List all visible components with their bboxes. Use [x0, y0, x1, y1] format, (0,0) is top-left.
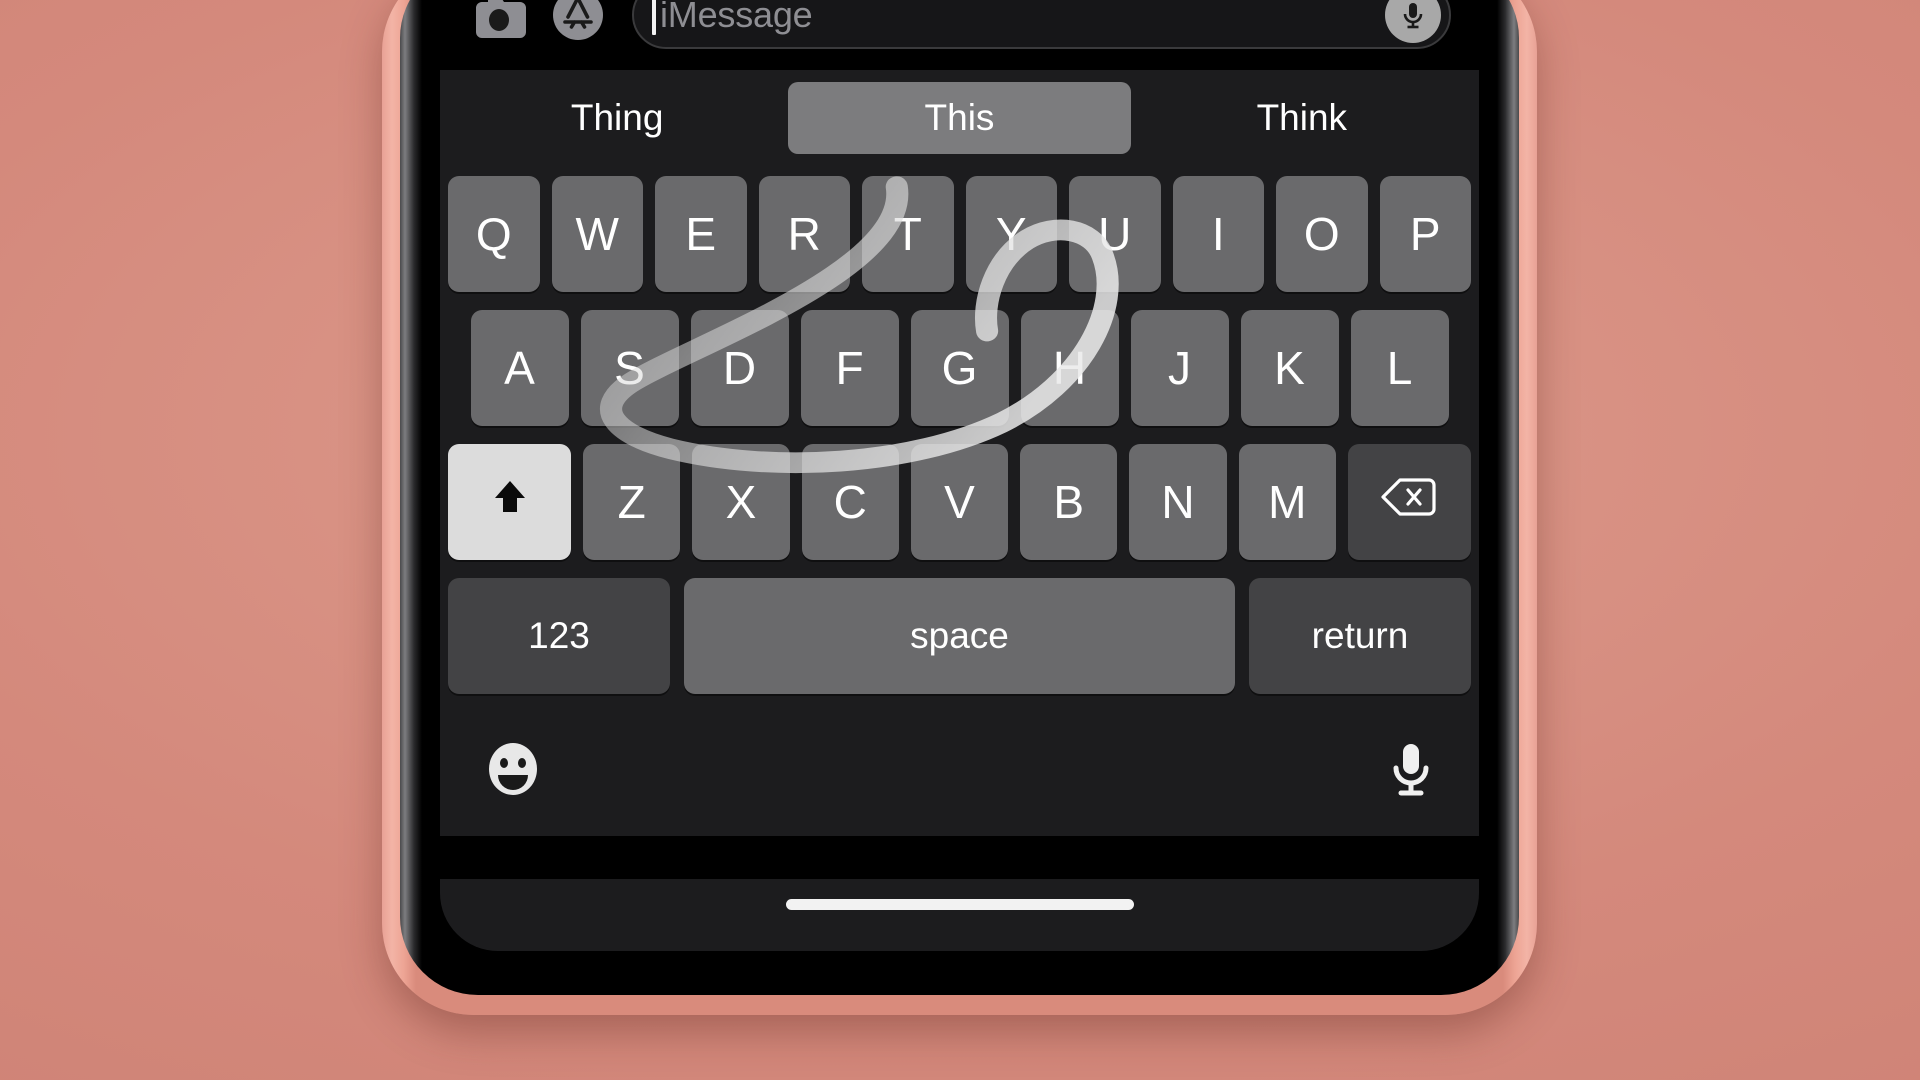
suggestion-label: This [924, 97, 995, 138]
onscreen-keyboard: Thing This Think Q W E R T Y U I O P A S… [440, 70, 1479, 836]
shift-key[interactable] [448, 444, 572, 560]
key-j[interactable]: J [1130, 310, 1229, 426]
shift-arrow-icon [487, 474, 533, 531]
key-n[interactable]: N [1129, 444, 1227, 560]
key-d[interactable]: D [690, 310, 789, 426]
delete-key[interactable] [1347, 444, 1472, 560]
backspace-icon [1380, 475, 1438, 529]
keyboard-row-3: Z X C V B N M [448, 444, 1472, 560]
key-y[interactable]: Y [965, 176, 1057, 292]
predictive-suggestion-bar: Thing This Think [440, 70, 1479, 166]
dictation-button[interactable] [1385, 0, 1441, 43]
space-key[interactable]: space [684, 578, 1235, 694]
key-c[interactable]: C [801, 444, 899, 560]
key-w[interactable]: W [551, 176, 643, 292]
keyboard-row-4: 123 space return [448, 578, 1471, 694]
key-u[interactable]: U [1069, 176, 1161, 292]
keyboard-row-1: Q W E R T Y U I O P [448, 176, 1471, 292]
suggestion-label: Think [1256, 97, 1348, 138]
key-q[interactable]: Q [448, 176, 540, 292]
suggestion-item-0[interactable]: Thing [446, 82, 788, 154]
key-m[interactable]: M [1238, 444, 1336, 560]
key-z[interactable]: Z [583, 444, 681, 560]
camera-icon[interactable] [468, 0, 530, 40]
key-b[interactable]: B [1020, 444, 1118, 560]
text-cursor [652, 0, 656, 35]
key-r[interactable]: R [758, 176, 850, 292]
phone-screen: iMessage Thing This Think Q W E R T Y U … [440, 0, 1479, 951]
emoji-key[interactable] [482, 738, 544, 805]
imessage-toolbar: iMessage [440, 0, 1479, 70]
key-x[interactable]: X [692, 444, 790, 560]
suggestion-label: Thing [570, 97, 664, 138]
return-key[interactable]: return [1249, 578, 1471, 694]
key-f[interactable]: F [800, 310, 899, 426]
keyboard-bottom-bar [440, 706, 1479, 836]
key-a[interactable]: A [470, 310, 569, 426]
message-input-placeholder: iMessage [660, 0, 813, 35]
key-e[interactable]: E [655, 176, 747, 292]
phone-bezel: iMessage Thing This Think Q W E R T Y U … [400, 0, 1519, 995]
keyboard-key-area: Q W E R T Y U I O P A S D F G H J K L Z … [440, 166, 1479, 694]
key-s[interactable]: S [580, 310, 679, 426]
phone-device-frame: iMessage Thing This Think Q W E R T Y U … [382, 0, 1537, 1015]
message-input-field[interactable]: iMessage [632, 0, 1451, 49]
key-o[interactable]: O [1276, 176, 1368, 292]
dictation-key[interactable] [1385, 738, 1437, 805]
suggestion-item-2[interactable]: Think [1131, 82, 1473, 154]
key-i[interactable]: I [1172, 176, 1264, 292]
numbers-key[interactable]: 123 [448, 578, 670, 694]
key-t[interactable]: T [862, 176, 954, 292]
home-indicator[interactable] [785, 899, 1134, 910]
key-p[interactable]: P [1379, 176, 1471, 292]
key-k[interactable]: K [1240, 310, 1339, 426]
key-h[interactable]: H [1020, 310, 1119, 426]
app-store-icon[interactable] [548, 0, 608, 45]
home-indicator-area [440, 879, 1479, 951]
suggestion-item-1[interactable]: This [788, 82, 1131, 154]
keyboard-row-2: A S D F G H J K L [448, 310, 1471, 426]
key-v[interactable]: V [910, 444, 1009, 560]
key-g[interactable]: G [910, 310, 1009, 426]
key-l[interactable]: L [1350, 310, 1449, 426]
